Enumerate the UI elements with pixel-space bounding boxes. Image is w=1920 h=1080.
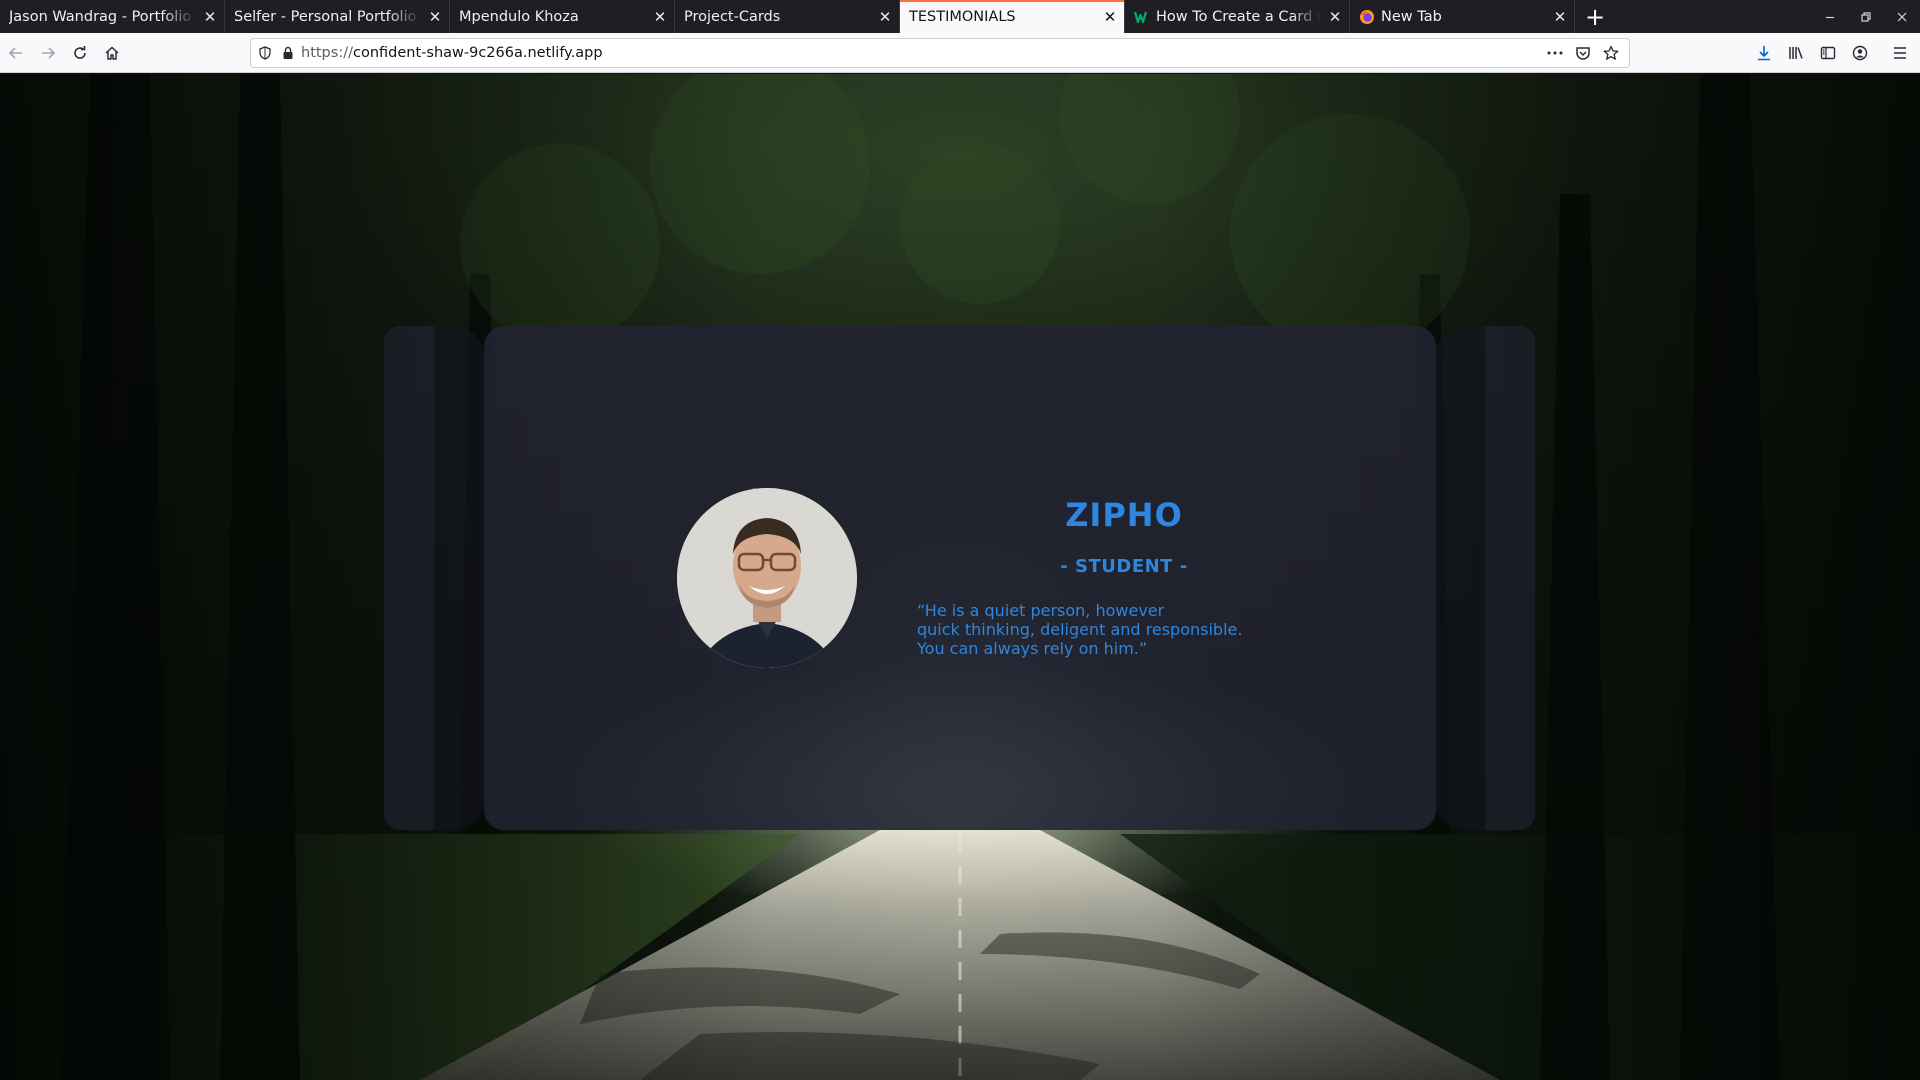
next-card-edge	[1435, 326, 1485, 830]
quote-line: “He is a quiet person, however	[917, 601, 1165, 620]
page-viewport: ZIPHO - STUDENT - “He is a quiet person,…	[0, 74, 1920, 1080]
testimonial-name: ZIPHO	[1065, 496, 1183, 534]
navigation-toolbar: https://confident-shaw-9c266a.netlify.ap…	[0, 33, 1920, 73]
person-portrait-icon	[677, 488, 857, 668]
tab-title: Jason Wandrag - Portfolio	[9, 8, 192, 25]
testimonial-role: - STUDENT -	[1060, 556, 1188, 577]
tracking-protection-shield-icon[interactable]	[251, 39, 279, 67]
close-tab-icon[interactable]: ✕	[1096, 8, 1124, 26]
page-actions-menu-icon[interactable]	[1541, 39, 1569, 67]
tab-testimonials[interactable]: TESTIMONIALS ✕	[900, 0, 1125, 33]
url-text: https://confident-shaw-9c266a.netlify.ap…	[301, 45, 603, 61]
close-tab-icon[interactable]: ✕	[871, 8, 899, 26]
downloads-icon[interactable]	[1748, 37, 1780, 69]
tab-new-tab[interactable]: New Tab ✕	[1350, 0, 1575, 33]
close-tab-icon[interactable]: ✕	[1321, 8, 1349, 26]
tab-mpendulo-khoza[interactable]: Mpendulo Khoza ✕	[450, 0, 675, 33]
previous-card-peek[interactable]	[384, 326, 434, 830]
sidebar-icon[interactable]	[1812, 37, 1844, 69]
back-arrow-icon[interactable]	[0, 37, 32, 69]
url-host: confident-shaw-9c266a.netlify.app	[352, 45, 603, 61]
avatar	[677, 488, 857, 668]
quote-line: quick thinking, deligent and responsible…	[917, 620, 1243, 639]
restore-icon[interactable]	[1848, 0, 1884, 33]
close-tab-icon[interactable]: ✕	[1546, 8, 1574, 26]
firefox-icon	[1360, 9, 1374, 24]
tab-title: Mpendulo Khoza	[459, 8, 579, 25]
close-tab-icon[interactable]: ✕	[646, 8, 674, 26]
tab-jason-wandrag[interactable]: Jason Wandrag - Portfolio ✕	[0, 0, 225, 33]
tab-title: How To Create a Card with	[1156, 8, 1321, 25]
testimonial-card: ZIPHO - STUDENT - “He is a quiet person,…	[484, 326, 1436, 830]
close-tab-icon[interactable]: ✕	[196, 8, 224, 26]
quote-line: You can always rely on him.”	[917, 639, 1148, 658]
tab-project-cards[interactable]: Project-Cards ✕	[675, 0, 900, 33]
close-tab-icon[interactable]: ✕	[421, 8, 449, 26]
pocket-icon[interactable]	[1569, 39, 1597, 67]
reload-icon[interactable]	[64, 37, 96, 69]
tab-selfer[interactable]: Selfer - Personal Portfolio Template ✕	[225, 0, 450, 33]
tab-title: Selfer - Personal Portfolio Template	[234, 8, 421, 25]
previous-card-edge	[434, 326, 484, 830]
address-bar[interactable]: https://confident-shaw-9c266a.netlify.ap…	[250, 38, 1630, 68]
account-icon[interactable]	[1844, 37, 1876, 69]
forward-arrow-icon[interactable]	[32, 37, 64, 69]
tab-title: TESTIMONIALS	[909, 8, 1016, 25]
url-actions	[1541, 39, 1629, 67]
close-window-icon[interactable]	[1884, 0, 1920, 33]
lock-icon[interactable]	[279, 39, 297, 67]
toolbar-right	[1748, 33, 1920, 73]
tab-title: Project-Cards	[684, 8, 781, 25]
next-card-peek[interactable]	[1485, 326, 1535, 830]
tab-strip: Jason Wandrag - Portfolio ✕ Selfer - Per…	[0, 0, 1920, 33]
library-icon[interactable]	[1780, 37, 1812, 69]
testimonial-quote: “He is a quiet person, however quick thi…	[917, 601, 1337, 658]
url-protocol: https://	[301, 45, 353, 61]
new-tab-button[interactable]: +	[1575, 0, 1615, 33]
w3schools-icon	[1134, 11, 1148, 23]
minimize-icon[interactable]	[1812, 0, 1848, 33]
tab-title: New Tab	[1381, 8, 1442, 25]
tab-how-to-create-card[interactable]: How To Create a Card with ✕	[1125, 0, 1350, 33]
bookmark-star-icon[interactable]	[1597, 39, 1625, 67]
home-icon[interactable]	[96, 37, 128, 69]
hamburger-menu-icon[interactable]	[1884, 37, 1916, 69]
window-controls	[1812, 0, 1920, 33]
